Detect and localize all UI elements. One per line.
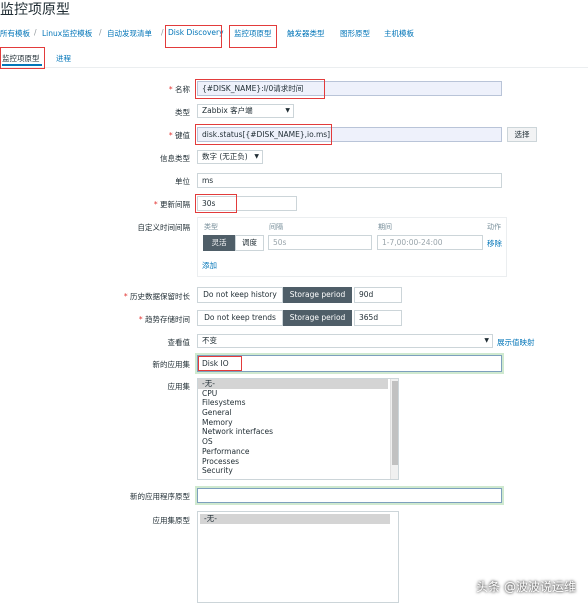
list-item[interactable]: Memory: [198, 418, 398, 428]
trends-storage-toggle[interactable]: Storage period: [283, 310, 352, 326]
list-item[interactable]: Processes: [198, 457, 398, 467]
key-label: * 键值: [168, 131, 190, 140]
interval-input[interactable]: 50s: [268, 235, 372, 250]
remove-link[interactable]: 移除: [487, 238, 502, 249]
new-app-prototype-input[interactable]: [197, 488, 502, 503]
show-value-label: 查看值: [167, 338, 191, 347]
no-history-toggle[interactable]: Do not keep history: [197, 287, 283, 303]
highlight-box: [195, 79, 325, 99]
custom-intervals-type-header: 类型: [204, 223, 218, 231]
list-item[interactable]: -无-: [200, 514, 390, 524]
list-item[interactable]: -无-: [198, 379, 388, 389]
type-select[interactable]: Zabbix 客户端 ▼: [197, 104, 294, 118]
highlight-box: [195, 194, 237, 213]
type-label: 类型: [175, 108, 190, 117]
list-item[interactable]: Performance: [198, 447, 398, 457]
scrollbar-thumb[interactable]: [392, 381, 398, 465]
value-mapping-link[interactable]: 展示值映射: [497, 337, 535, 348]
show-value-select[interactable]: 不变 ▼: [197, 334, 493, 348]
select-button[interactable]: 选择: [507, 127, 537, 142]
applications-listbox[interactable]: -无- CPU Filesystems General Memory Netwo…: [197, 378, 399, 480]
info-type-label: 信息类型: [160, 154, 190, 163]
breadcrumb-separator: /: [99, 28, 102, 37]
breadcrumb-separator: /: [161, 28, 164, 37]
info-type-select[interactable]: 数字 (无正负) ▼: [197, 150, 263, 164]
highlight-box: [165, 25, 222, 48]
new-application-input[interactable]: Disk IO: [197, 355, 502, 372]
trends-label: * 趋势存储时间: [138, 315, 190, 324]
highlight-box: [229, 25, 277, 48]
applications-scrollbar[interactable]: [390, 379, 398, 479]
applications-label: 应用集: [167, 382, 191, 391]
watermark: 头条 @波波说运维: [476, 580, 576, 594]
scheduling-toggle[interactable]: 调度: [235, 235, 264, 251]
tab-process[interactable]: 进程: [56, 53, 71, 64]
units-input[interactable]: ms: [197, 173, 502, 188]
tabs-divider: [0, 67, 588, 68]
custom-intervals-label: 自定义时间间隔: [137, 223, 191, 232]
tab-trigger-types[interactable]: 触发器类型: [287, 28, 325, 39]
flexible-toggle[interactable]: 灵活: [203, 235, 235, 251]
highlight-box: [0, 47, 45, 69]
history-storage-toggle[interactable]: Storage period: [283, 287, 352, 303]
update-interval-label: * 更新间隔: [153, 200, 190, 209]
no-trends-toggle[interactable]: Do not keep trends: [197, 310, 283, 326]
tab-host-templates[interactable]: 主机模板: [384, 28, 414, 39]
page-title: 监控项原型: [0, 2, 70, 18]
app-prototypes-listbox[interactable]: -无-: [197, 511, 399, 603]
history-label: * 历史数据保留时长: [123, 292, 190, 301]
list-item[interactable]: OS: [198, 437, 398, 447]
name-label: * 名称: [168, 85, 190, 94]
list-item[interactable]: Filesystems: [198, 398, 398, 408]
tab-graph-prototypes[interactable]: 图形原型: [340, 28, 370, 39]
new-app-prototype-label: 新的应用程序原型: [130, 492, 190, 501]
breadcrumb-linux-template[interactable]: Linux监控模板: [42, 28, 92, 39]
list-item[interactable]: CPU: [198, 389, 398, 399]
custom-intervals-interval-header: 间隔: [269, 223, 283, 231]
highlight-box: [198, 356, 242, 371]
chevron-down-icon: ▼: [285, 107, 290, 114]
highlight-box: [195, 124, 332, 145]
custom-intervals-period-header: 期间: [378, 223, 392, 231]
breadcrumb-separator: /: [34, 28, 37, 37]
list-item[interactable]: Network interfaces: [198, 427, 398, 437]
breadcrumb-all-templates[interactable]: 所有模板: [0, 28, 30, 39]
custom-intervals-action-header: 动作: [487, 223, 501, 231]
chevron-down-icon: ▼: [484, 337, 489, 344]
units-label: 单位: [175, 177, 190, 186]
chevron-down-icon: ▼: [254, 153, 259, 160]
breadcrumb-discovery-list[interactable]: 自动发现清单: [107, 28, 152, 39]
list-item[interactable]: Security: [198, 466, 398, 476]
add-link[interactable]: 添加: [202, 260, 217, 271]
history-input[interactable]: 90d: [354, 287, 402, 303]
list-item[interactable]: General: [198, 408, 398, 418]
app-prototypes-label: 应用集原型: [152, 516, 191, 525]
period-input[interactable]: 1-7,00:00-24:00: [377, 235, 483, 250]
trends-input[interactable]: 365d: [354, 310, 402, 326]
new-application-label: 新的应用集: [152, 360, 191, 369]
